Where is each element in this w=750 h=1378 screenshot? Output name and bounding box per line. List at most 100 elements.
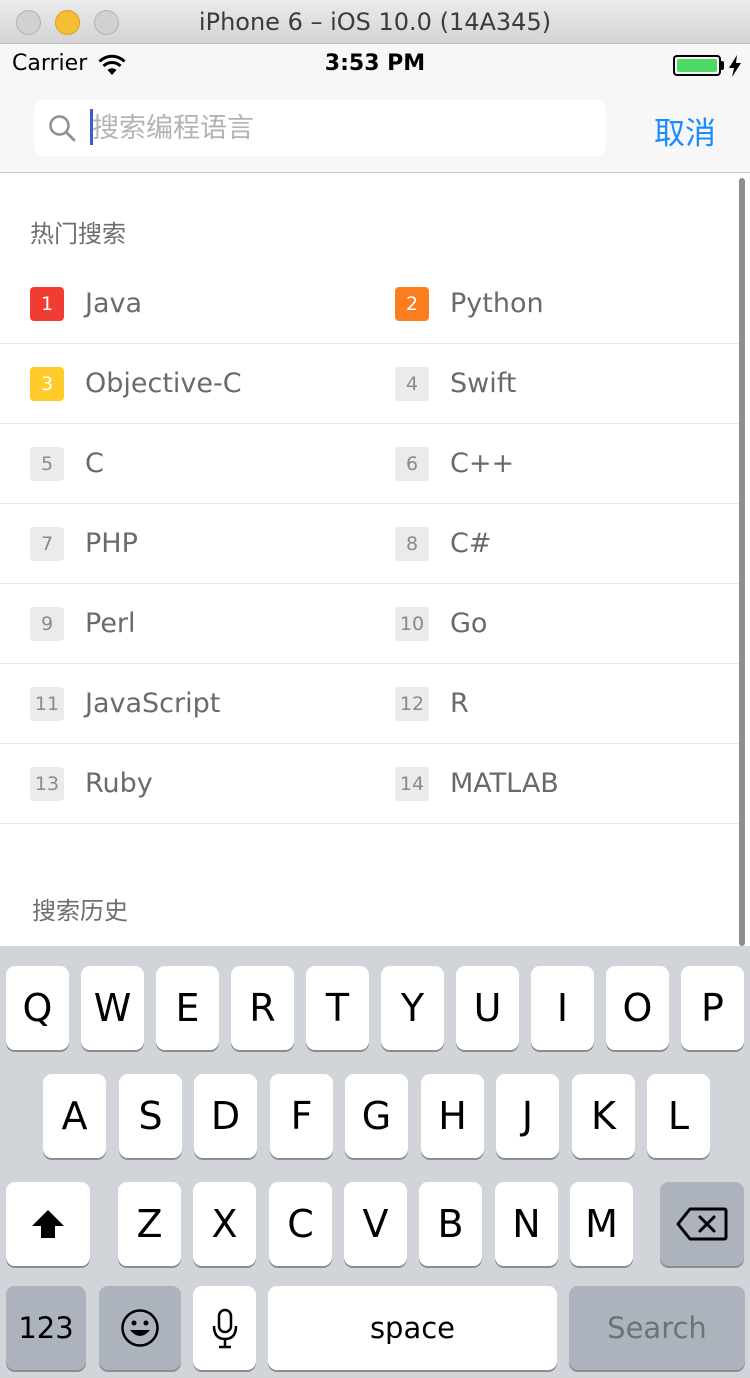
rank-badge: 7	[30, 527, 64, 561]
hot-search-item[interactable]: 1 Java	[30, 264, 360, 344]
language-name: Java	[85, 288, 143, 319]
hot-search-item[interactable]: 2 Python	[395, 264, 725, 344]
key-z[interactable]: Z	[118, 1182, 181, 1266]
rank-badge: 8	[395, 527, 429, 561]
hot-search-row: 11 JavaScript 12 R	[0, 664, 740, 744]
language-name: Perl	[85, 608, 136, 639]
simulator-title-bar: iPhone 6 – iOS 10.0 (14A345)	[0, 0, 750, 44]
key-s[interactable]: S	[119, 1074, 182, 1158]
language-name: Go	[450, 608, 488, 639]
key-k[interactable]: K	[572, 1074, 635, 1158]
key-r[interactable]: R	[231, 966, 294, 1050]
key-n[interactable]: N	[495, 1182, 558, 1266]
hot-search-item[interactable]: 12 R	[395, 664, 725, 744]
rank-badge: 9	[30, 607, 64, 641]
hot-search-item[interactable]: 4 Swift	[395, 344, 725, 424]
key-m[interactable]: M	[570, 1182, 633, 1266]
hot-search-item[interactable]: 3 Objective-C	[30, 344, 360, 424]
delete-key[interactable]	[660, 1182, 744, 1266]
key-w[interactable]: W	[81, 966, 144, 1050]
charging-icon	[729, 55, 741, 77]
microphone-icon	[212, 1308, 238, 1349]
rank-badge: 11	[30, 687, 64, 721]
hot-search-item[interactable]: 8 C#	[395, 504, 725, 584]
rank-badge: 10	[395, 607, 429, 641]
language-name: C	[85, 448, 104, 479]
language-name: MATLAB	[450, 768, 559, 799]
key-g[interactable]: G	[345, 1074, 408, 1158]
search-key[interactable]: Search	[569, 1286, 745, 1370]
key-u[interactable]: U	[456, 966, 519, 1050]
hot-search-row: 13 Ruby 14 MATLAB	[0, 744, 740, 824]
rank-badge: 5	[30, 447, 64, 481]
hot-search-item[interactable]: 13 Ruby	[30, 744, 360, 824]
rank-badge: 6	[395, 447, 429, 481]
hot-search-title: 热门搜索	[30, 220, 126, 248]
key-c[interactable]: C	[269, 1182, 332, 1266]
hot-search-row: 9 Perl 10 Go	[0, 584, 740, 664]
language-name: R	[450, 688, 469, 719]
hot-search-item[interactable]: 7 PHP	[30, 504, 360, 584]
numbers-key[interactable]: 123	[6, 1286, 86, 1370]
search-bar: 取消	[0, 86, 750, 173]
key-f[interactable]: F	[270, 1074, 333, 1158]
key-b[interactable]: B	[419, 1182, 482, 1266]
emoji-key[interactable]	[99, 1286, 181, 1370]
key-l[interactable]: L	[647, 1074, 710, 1158]
key-q[interactable]: Q	[6, 966, 69, 1050]
hot-search-item[interactable]: 14 MATLAB	[395, 744, 725, 824]
rank-badge: 13	[30, 767, 64, 801]
scrollbar[interactable]	[739, 178, 745, 946]
status-time: 3:53 PM	[324, 51, 426, 76]
delete-icon	[676, 1207, 728, 1241]
key-y[interactable]: Y	[381, 966, 444, 1050]
language-name: JavaScript	[85, 688, 221, 719]
key-i[interactable]: I	[531, 966, 594, 1050]
hot-search-item[interactable]: 9 Perl	[30, 584, 360, 664]
emoji-icon	[121, 1309, 159, 1347]
key-a[interactable]: A	[43, 1074, 106, 1158]
language-name: Swift	[450, 368, 517, 399]
language-name: Python	[450, 288, 544, 319]
key-o[interactable]: O	[606, 966, 669, 1050]
key-e[interactable]: E	[156, 966, 219, 1050]
search-history-title: 搜索历史	[32, 897, 128, 925]
key-v[interactable]: V	[344, 1182, 407, 1266]
hot-search-row: 3 Objective-C 4 Swift	[0, 344, 740, 424]
battery-icon	[673, 55, 721, 76]
cancel-button[interactable]: 取消	[640, 108, 730, 153]
hot-search-item[interactable]: 6 C++	[395, 424, 725, 504]
keyboard: 123 space Search QWERTYUIOP ASDFGHJKL ZXCV…	[0, 946, 750, 1378]
rank-badge: 3	[30, 367, 64, 401]
key-x[interactable]: X	[193, 1182, 256, 1266]
language-name: PHP	[85, 528, 138, 559]
hot-search-item[interactable]: 11 JavaScript	[30, 664, 360, 744]
rank-badge: 4	[395, 367, 429, 401]
shift-key[interactable]	[6, 1182, 90, 1266]
language-name: C#	[450, 528, 492, 559]
shift-icon	[32, 1210, 64, 1238]
key-t[interactable]: T	[306, 966, 369, 1050]
hot-search-item[interactable]: 5C	[30, 424, 360, 504]
window-title: iPhone 6 – iOS 10.0 (14A345)	[198, 8, 552, 36]
language-name: Ruby	[85, 768, 153, 799]
rank-badge: 12	[395, 687, 429, 721]
status-bar: Carrier 3:53 PM	[0, 44, 750, 86]
hot-search-row: 1 Java 2 Python	[0, 264, 740, 344]
hot-search-item[interactable]: 10 Go	[395, 584, 725, 664]
key-p[interactable]: P	[681, 966, 744, 1050]
key-d[interactable]: D	[194, 1074, 257, 1158]
search-input[interactable]	[92, 100, 592, 156]
key-h[interactable]: H	[421, 1074, 484, 1158]
search-field[interactable]	[34, 100, 606, 156]
key-j[interactable]: J	[496, 1074, 559, 1158]
rank-badge: 1	[30, 287, 64, 321]
hot-search-row: 7 PHP 8 C#	[0, 504, 740, 584]
hot-search-row: 5 C 6 C++	[0, 424, 740, 504]
space-key[interactable]: space	[268, 1286, 557, 1370]
language-name: Objective-C	[85, 368, 242, 399]
rank-badge: 14	[395, 767, 429, 801]
dictation-key[interactable]	[193, 1286, 256, 1370]
search-suggestions: 热门搜索 1 Java 2 Python 3 Objective-C 4 Swift 5 C 6 C+…	[0, 174, 750, 946]
rank-badge: 2	[395, 287, 429, 321]
